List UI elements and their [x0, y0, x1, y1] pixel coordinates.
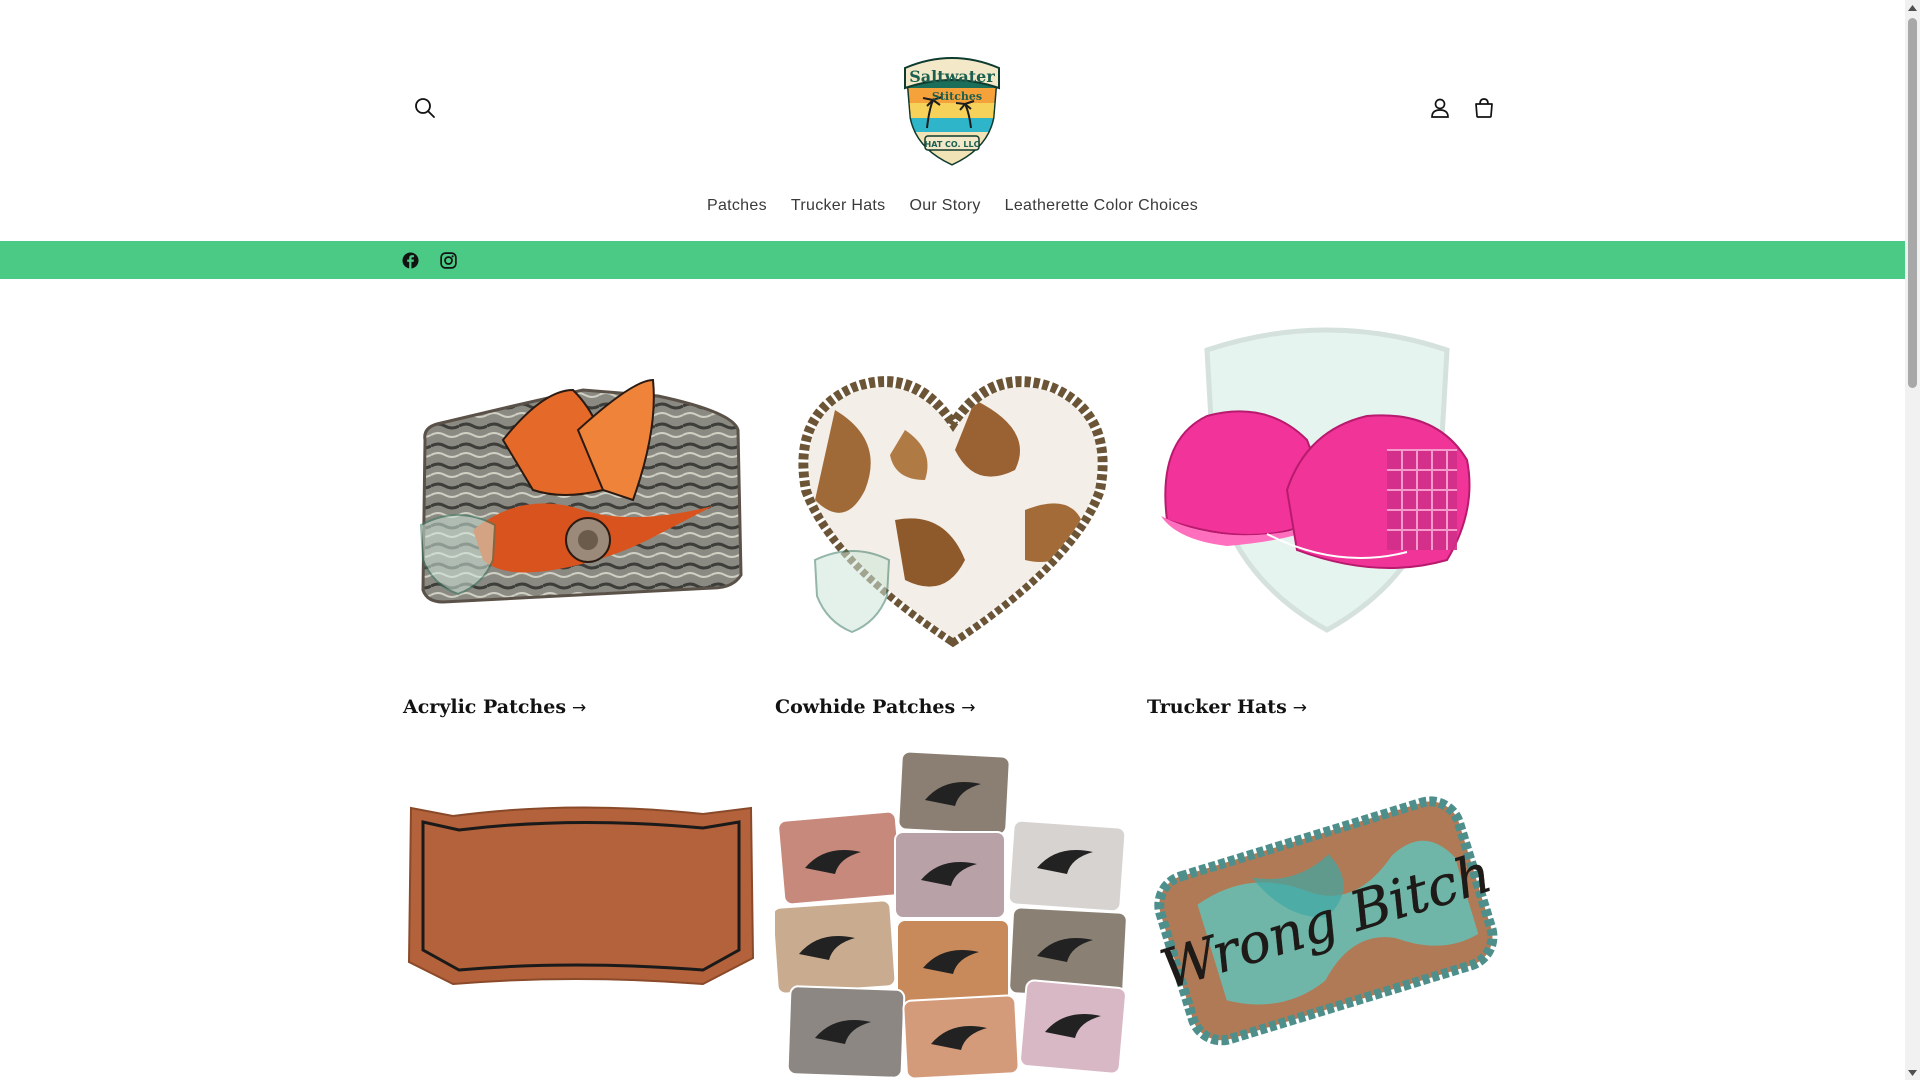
logo-text-hatco: HAT CO. LLC	[925, 140, 980, 149]
nav-item-patches[interactable]: Patches	[695, 193, 779, 223]
scroll-down-button[interactable]	[1905, 1065, 1920, 1080]
collection-title-acrylic-patches[interactable]: Acrylic Patches →	[403, 696, 586, 718]
collection-card-wrong-bitch-patch[interactable]: Wrong Bitch	[1147, 748, 1502, 1080]
collection-card-acrylic-patches[interactable]: Acrylic Patches →	[403, 320, 758, 720]
page: Saltwater Stitches HAT CO. LLC Patches T…	[0, 0, 1920, 1080]
facebook-icon	[401, 251, 419, 269]
collection-title-trucker-hats[interactable]: Trucker Hats →	[1147, 696, 1307, 718]
collection-card-duck-patches[interactable]	[775, 748, 1130, 1080]
site-header: Saltwater Stitches HAT CO. LLC Patches T…	[0, 0, 1905, 241]
scroll-up-button[interactable]	[1905, 0, 1920, 15]
facebook-link[interactable]	[400, 250, 420, 270]
site-logo[interactable]: Saltwater Stitches HAT CO. LLC	[897, 48, 1007, 168]
duck-patches-image	[775, 748, 1130, 1080]
search-icon	[415, 98, 435, 118]
social-bar	[0, 241, 1905, 279]
cart-icon	[1475, 98, 1493, 118]
arrow-right-icon: →	[1292, 698, 1308, 718]
nav-item-trucker-hats[interactable]: Trucker Hats	[779, 193, 898, 223]
logo-text-saltwater: Saltwater	[909, 67, 995, 86]
page-scrollbar[interactable]	[1905, 0, 1920, 1080]
caret-up-icon	[1908, 4, 1917, 11]
trucker-hats-image	[1147, 320, 1502, 650]
collection-title-text: Cowhide Patches	[775, 696, 956, 718]
account-button[interactable]	[1420, 88, 1460, 128]
collection-card-trucker-hats[interactable]: Trucker Hats →	[1147, 320, 1502, 720]
instagram-icon	[439, 251, 457, 269]
collection-title-text: Trucker Hats	[1147, 696, 1287, 718]
cowhide-patch-image	[775, 320, 1130, 650]
main-nav: Patches Trucker Hats Our Story Leatheret…	[0, 193, 1905, 223]
instagram-link[interactable]	[438, 250, 458, 270]
collection-card-leatherette[interactable]	[403, 748, 758, 1080]
collection-title-text: Acrylic Patches	[403, 696, 567, 718]
arrow-right-icon: →	[961, 698, 976, 718]
search-button[interactable]	[405, 88, 445, 128]
logo-text-stitches: Stitches	[932, 90, 982, 103]
acrylic-patch-image	[403, 320, 758, 650]
nav-item-our-story[interactable]: Our Story	[897, 193, 992, 223]
caret-down-icon	[1908, 1069, 1917, 1076]
account-icon	[1431, 98, 1449, 118]
arrow-right-icon: →	[572, 698, 587, 718]
cart-button[interactable]	[1464, 88, 1504, 128]
nav-item-leatherette-color-choices[interactable]: Leatherette Color Choices	[993, 193, 1210, 223]
turquoise-patch-image: Wrong Bitch	[1147, 748, 1502, 1080]
collection-card-cowhide-patches[interactable]: Cowhide Patches →	[775, 320, 1130, 720]
scroll-thumb[interactable]	[1908, 18, 1917, 388]
collection-title-cowhide-patches[interactable]: Cowhide Patches →	[775, 696, 975, 718]
leatherette-patch-image	[403, 748, 758, 1080]
